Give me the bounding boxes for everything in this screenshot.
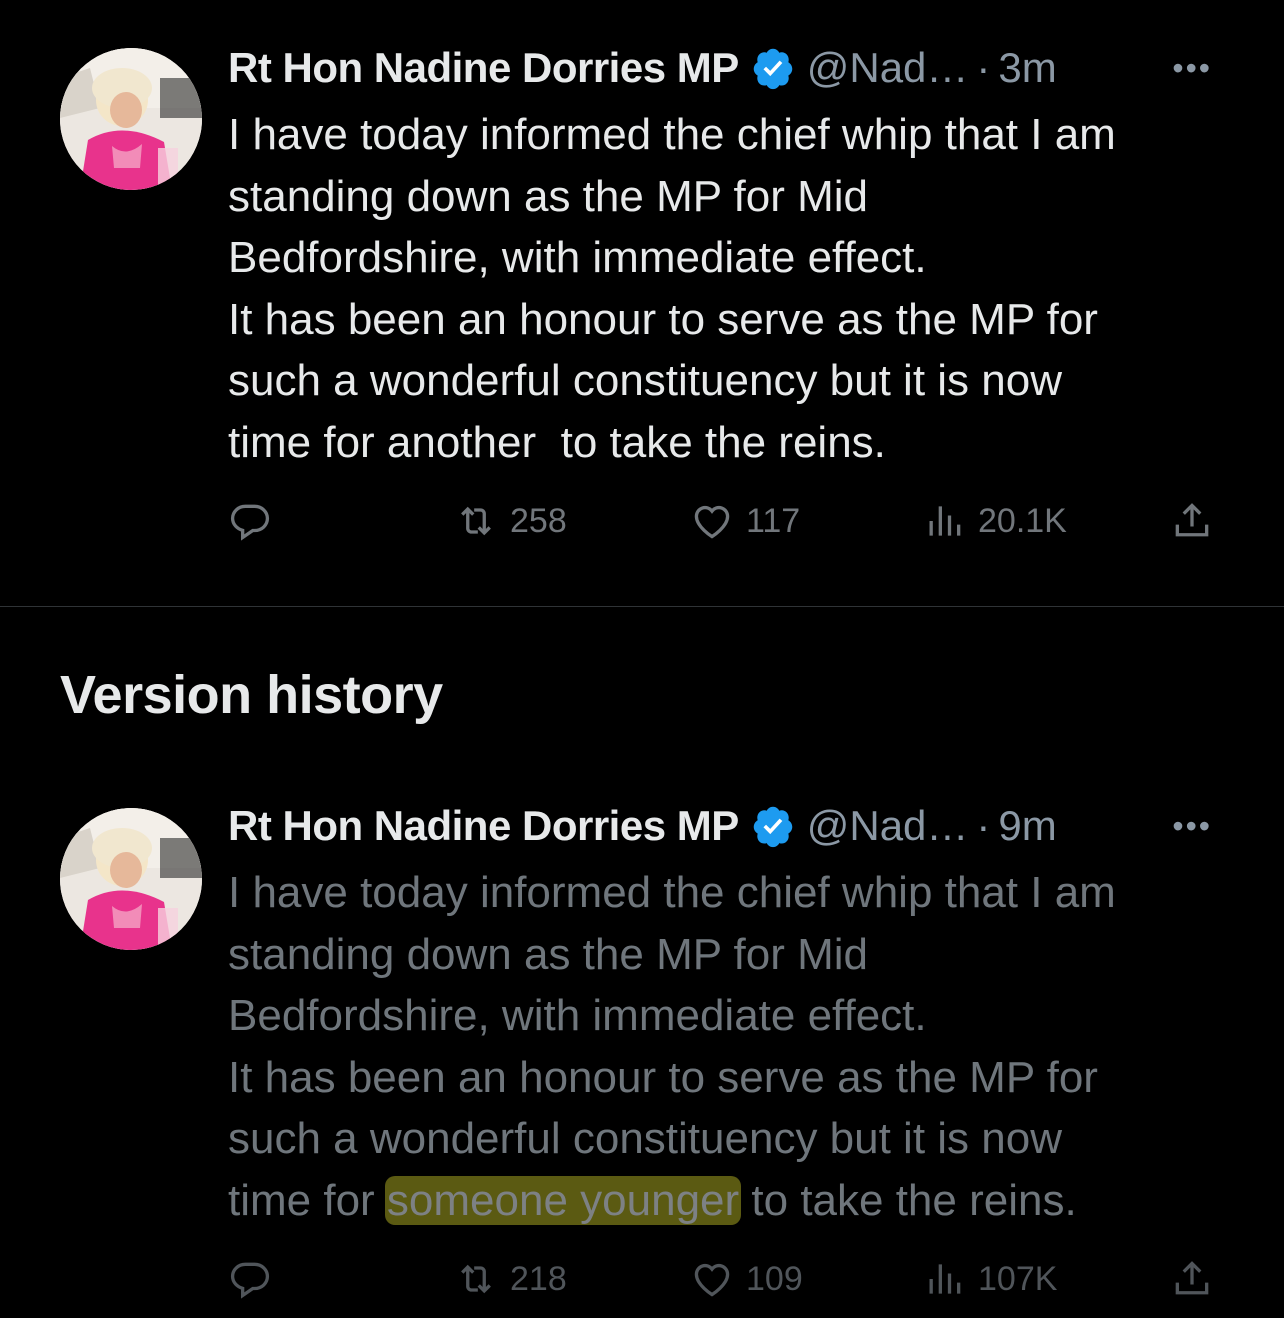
retweet-icon <box>461 1264 491 1294</box>
retweet-count: 258 <box>510 501 567 540</box>
retweet-icon <box>461 506 491 536</box>
views-count: 107K <box>978 1259 1058 1298</box>
current-tweet[interactable]: Rt Hon Nadine Dorries MP @Nad… · 3m ••• … <box>0 0 1284 606</box>
author-handle[interactable]: @Nad… <box>807 802 969 850</box>
tweet-text-before: I have today informed the chief whip tha… <box>228 868 1116 1225</box>
retweet-button[interactable]: 258 <box>454 496 567 546</box>
tweet-header: Rt Hon Nadine Dorries MP @Nad… · 9m ••• <box>228 798 1224 854</box>
author-name[interactable]: Rt Hon Nadine Dorries MP <box>228 802 739 850</box>
like-count: 117 <box>746 501 801 540</box>
like-icon <box>694 1263 730 1297</box>
previous-version-tweet[interactable]: Rt Hon Nadine Dorries MP @Nad… · 9m ••• … <box>0 780 1284 1318</box>
share-icon <box>1175 1261 1209 1295</box>
reply-button[interactable] <box>228 496 272 546</box>
tweet-text: I have today informed the chief whip tha… <box>228 862 1238 1231</box>
avatar-photo <box>60 808 202 950</box>
author-handle[interactable]: @Nad… <box>807 44 969 92</box>
like-icon <box>694 505 730 539</box>
share-icon <box>1175 503 1209 537</box>
verified-badge-icon <box>753 48 792 90</box>
more-icon[interactable]: ••• <box>1172 50 1212 87</box>
tweet-text: I have today informed the chief whip tha… <box>228 110 1116 467</box>
tweet-text-after: to take the reins. <box>739 1175 1077 1225</box>
tweet-actions: 218 109 107K <box>228 1254 1228 1304</box>
highlighted-text: someone younger <box>384 1175 742 1225</box>
reply-button[interactable] <box>228 1254 272 1304</box>
dot-separator: · <box>976 44 991 91</box>
like-button[interactable]: 117 <box>690 496 800 546</box>
tweet-actions: 258 117 20.1K <box>228 496 1228 546</box>
avatar-photo <box>60 48 202 190</box>
retweet-button[interactable]: 218 <box>454 1254 567 1304</box>
like-button[interactable]: 109 <box>690 1254 803 1304</box>
share-button[interactable] <box>1170 496 1214 546</box>
author-avatar[interactable] <box>60 808 202 950</box>
author-name[interactable]: Rt Hon Nadine Dorries MP <box>228 44 739 92</box>
views-button[interactable]: 20.1K <box>922 496 1067 546</box>
views-icon <box>929 1264 961 1294</box>
timestamp[interactable]: 3m <box>998 44 1056 92</box>
tweet-header: Rt Hon Nadine Dorries MP @Nad… · 3m ••• <box>228 40 1224 96</box>
views-count: 20.1K <box>978 501 1067 540</box>
reply-icon <box>230 1262 270 1299</box>
retweet-count: 218 <box>510 1259 567 1298</box>
views-icon <box>929 506 961 536</box>
timestamp[interactable]: 9m <box>998 802 1056 850</box>
share-button[interactable] <box>1170 1254 1214 1304</box>
views-button[interactable]: 107K <box>922 1254 1057 1304</box>
more-icon[interactable]: ••• <box>1172 808 1212 845</box>
reply-icon <box>230 504 270 541</box>
dot-separator: · <box>976 802 991 849</box>
author-avatar[interactable] <box>60 48 202 190</box>
like-count: 109 <box>746 1259 803 1298</box>
verified-badge-icon <box>753 806 792 848</box>
divider <box>0 606 1284 607</box>
version-history-title: Version history <box>60 665 443 725</box>
